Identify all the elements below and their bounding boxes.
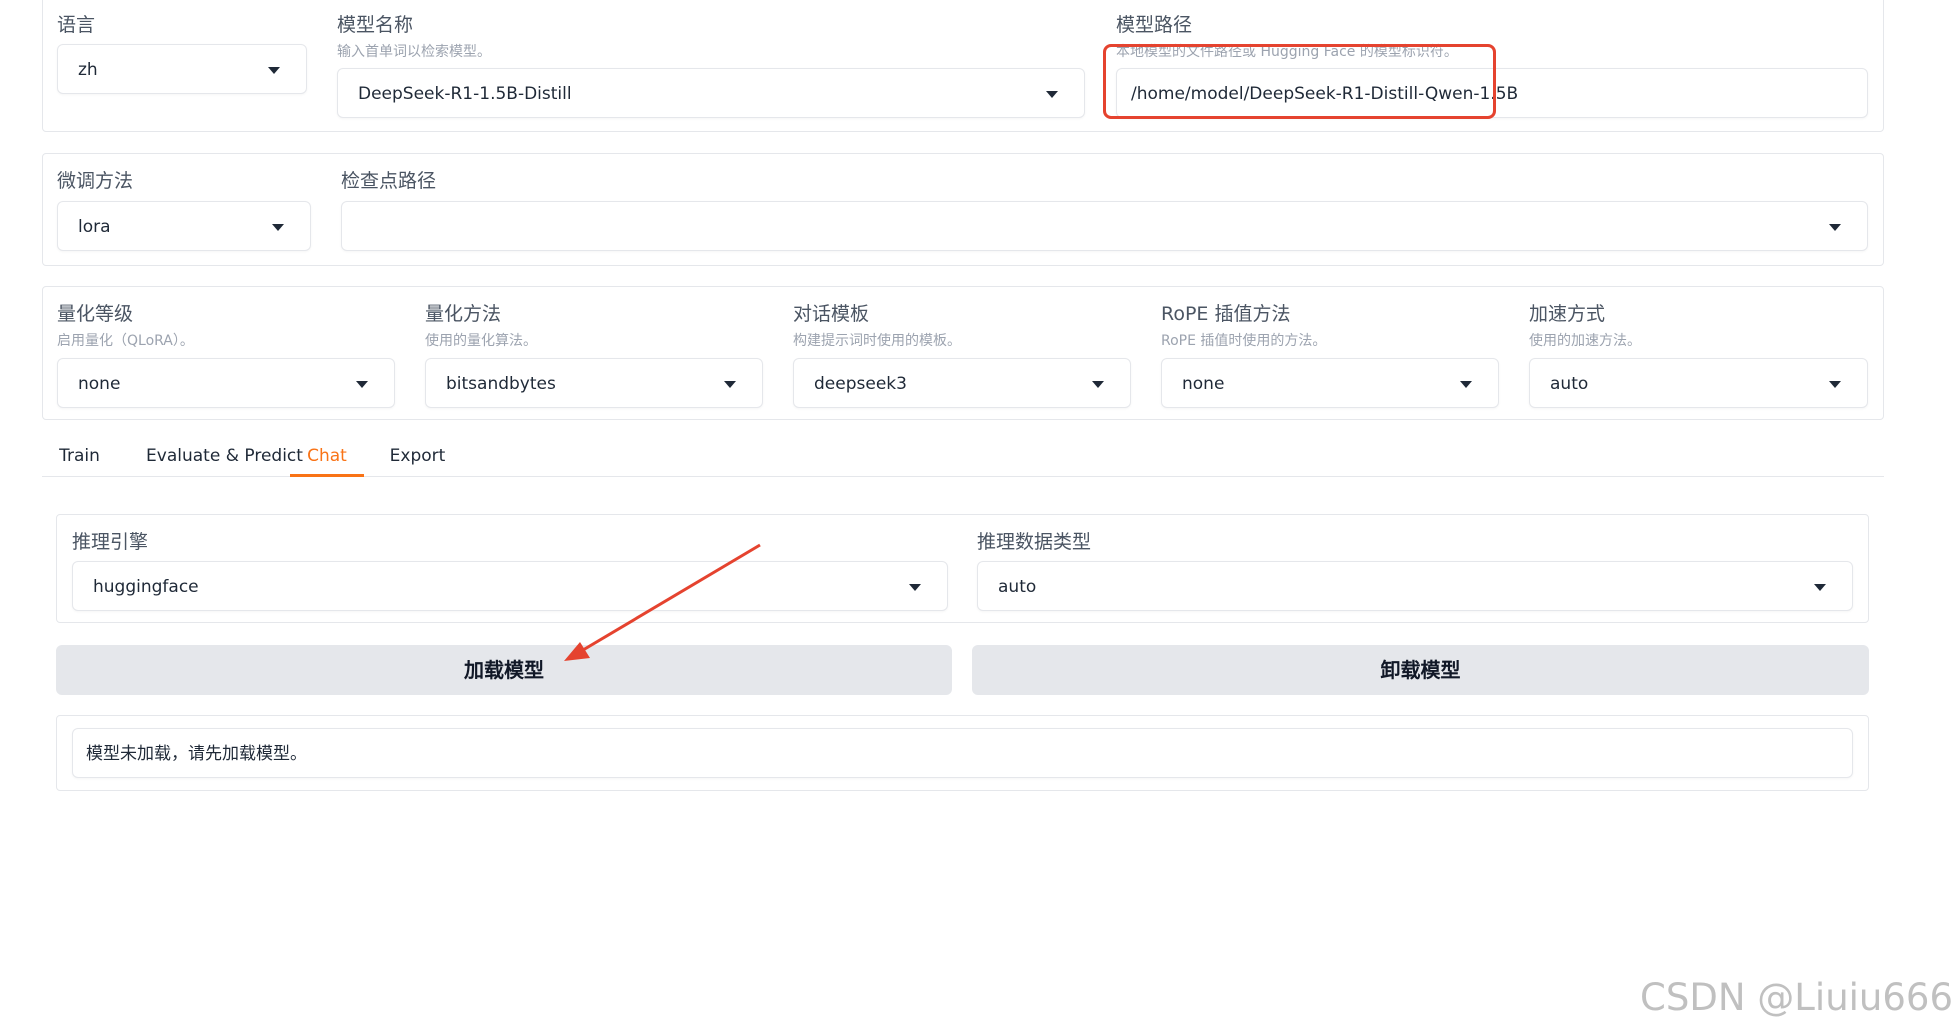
arrow-head xyxy=(564,642,590,661)
arrow-annotation xyxy=(564,543,761,661)
arrow-shaft xyxy=(577,543,761,655)
watermark: CSDN @Liuiu666 xyxy=(1640,976,1953,1019)
